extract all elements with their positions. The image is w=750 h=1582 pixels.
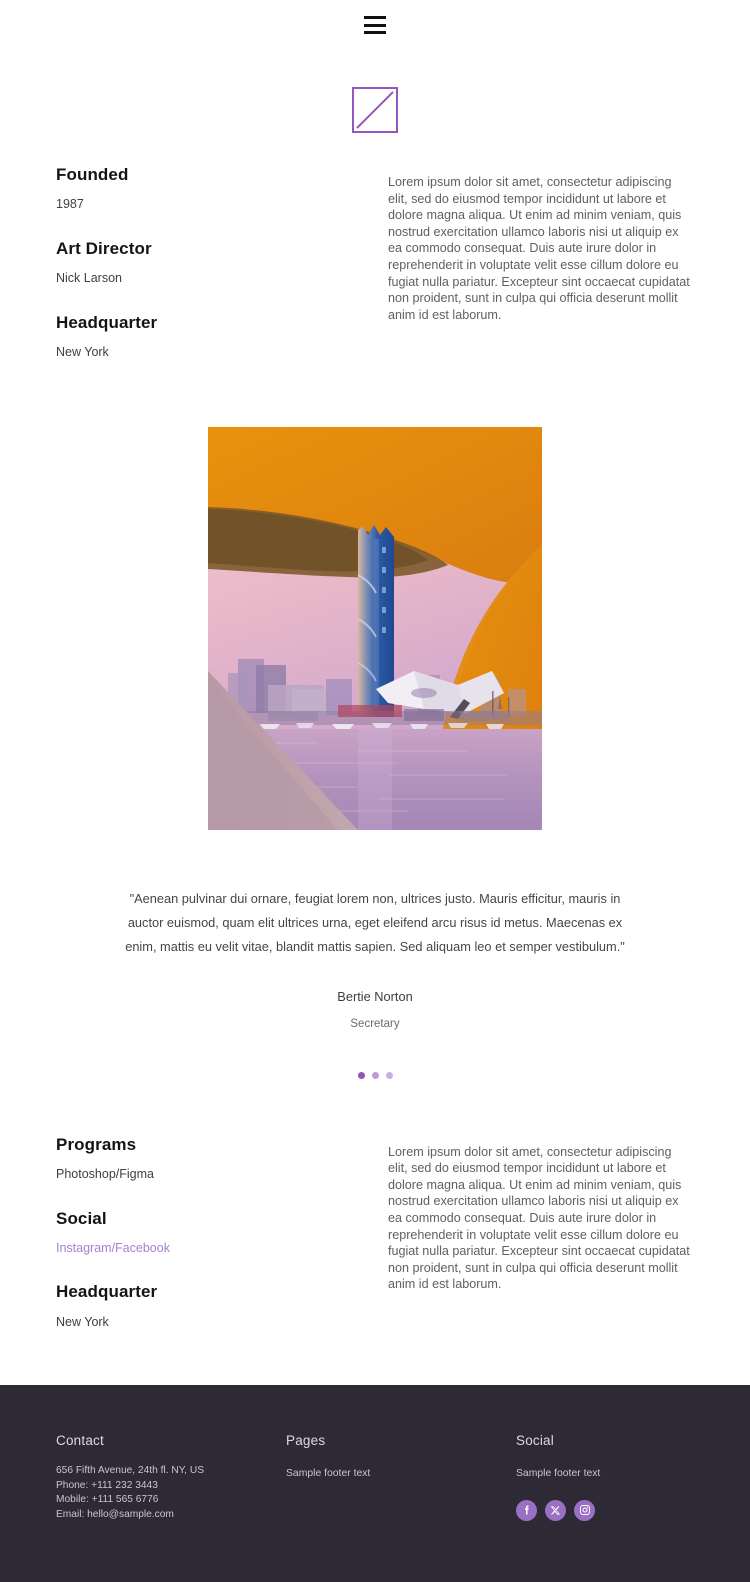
page-root: Founded 1987 Art Director Nick Larson He… bbox=[0, 0, 750, 1582]
fact-headquarter: Headquarter New York bbox=[56, 1282, 388, 1331]
fact-title: Programs bbox=[56, 1134, 137, 1154]
fact-founded: Founded 1987 bbox=[56, 165, 388, 214]
fact-value: Nick Larson bbox=[56, 271, 122, 286]
footer-email[interactable]: Email: hello@sample.com bbox=[56, 1508, 286, 1523]
logo-diagonal-line bbox=[356, 91, 394, 129]
cityscape-photo bbox=[208, 426, 542, 830]
x-twitter-glyph bbox=[550, 1506, 561, 1515]
site-footer: Contact 656 Fifth Avenue, 24th fl. NY, U… bbox=[0, 1385, 750, 1582]
fact-social: Social Instagram/Facebook bbox=[56, 1209, 388, 1258]
footer-pages-title: Pages bbox=[286, 1433, 326, 1449]
top-navigation-bar bbox=[0, 0, 750, 50]
details-facts-column: Programs Photoshop/Figma Social Instagra… bbox=[56, 1135, 388, 1332]
logo-container bbox=[0, 87, 750, 133]
fact-value: 1987 bbox=[56, 197, 84, 212]
photo-container bbox=[0, 426, 750, 830]
facebook-icon[interactable] bbox=[516, 1499, 537, 1521]
instagram-glyph bbox=[579, 1505, 590, 1516]
cityscape-photo-graphic bbox=[208, 426, 542, 830]
footer-pages-text[interactable]: Sample footer text bbox=[286, 1467, 516, 1482]
details-text-column: Lorem ipsum dolor sit amet, consectetur … bbox=[388, 1135, 694, 1332]
testimonial-role: Secretary bbox=[350, 1017, 400, 1030]
instagram-icon[interactable] bbox=[574, 1499, 595, 1521]
footer-contact-body: 656 Fifth Avenue, 24th fl. NY, US Phone:… bbox=[56, 1464, 286, 1522]
testimonial-section: "Aenean pulvinar dui ornare, feugiat lor… bbox=[0, 887, 750, 1079]
footer-social-column: Social Sample footer text bbox=[516, 1433, 694, 1522]
hamburger-bar bbox=[364, 16, 386, 19]
hamburger-bar bbox=[364, 31, 386, 34]
fact-value: New York bbox=[56, 1314, 109, 1329]
x-twitter-icon[interactable] bbox=[545, 1499, 566, 1521]
about-facts-column: Founded 1987 Art Director Nick Larson He… bbox=[56, 165, 388, 362]
testimonial-author: Bertie Norton bbox=[337, 988, 413, 1004]
fact-title: Social bbox=[56, 1208, 107, 1228]
diagonal-square-logo-icon[interactable] bbox=[352, 87, 398, 133]
about-text-column: Lorem ipsum dolor sit amet, consectetur … bbox=[388, 165, 694, 362]
fact-programs: Programs Photoshop/Figma bbox=[56, 1135, 388, 1184]
facebook-glyph bbox=[524, 1505, 529, 1515]
carousel-dot-3[interactable] bbox=[385, 1071, 393, 1079]
footer-social-text[interactable]: Sample footer text bbox=[516, 1467, 694, 1482]
fact-art-director: Art Director Nick Larson bbox=[56, 239, 388, 288]
about-section: Founded 1987 Art Director Nick Larson He… bbox=[0, 165, 750, 362]
hamburger-menu-icon[interactable] bbox=[364, 16, 386, 34]
carousel-dots bbox=[116, 1071, 634, 1079]
hamburger-bar bbox=[364, 23, 386, 27]
footer-contact-title: Contact bbox=[56, 1433, 104, 1449]
details-paragraph: Lorem ipsum dolor sit amet, consectetur … bbox=[388, 1144, 690, 1292]
footer-pages-column: Pages Sample footer text bbox=[286, 1433, 516, 1522]
about-paragraph: Lorem ipsum dolor sit amet, consectetur … bbox=[388, 175, 690, 322]
details-section: Programs Photoshop/Figma Social Instagra… bbox=[0, 1135, 750, 1332]
social-links[interactable]: Instagram/Facebook bbox=[56, 1240, 388, 1258]
footer-contact-column: Contact 656 Fifth Avenue, 24th fl. NY, U… bbox=[56, 1433, 286, 1522]
fact-value: New York bbox=[56, 345, 109, 360]
footer-social-title: Social bbox=[516, 1433, 554, 1449]
fact-value: Photoshop/Figma bbox=[56, 1167, 154, 1182]
fact-title: Headquarter bbox=[56, 312, 158, 332]
fact-title: Founded bbox=[56, 165, 129, 184]
carousel-dot-1[interactable] bbox=[357, 1071, 365, 1079]
fact-title: Art Director bbox=[56, 238, 152, 258]
footer-phone: Phone: +111 232 3443 bbox=[56, 1479, 158, 1491]
footer-social-icons bbox=[516, 1499, 694, 1521]
fact-title: Headquarter bbox=[56, 1282, 158, 1302]
fact-headquarter: Headquarter New York bbox=[56, 313, 388, 362]
testimonial-quote: "Aenean pulvinar dui ornare, feugiat lor… bbox=[125, 890, 625, 954]
footer-mobile: Mobile: +111 565 6776 bbox=[56, 1494, 159, 1506]
carousel-dot-2[interactable] bbox=[371, 1071, 379, 1079]
